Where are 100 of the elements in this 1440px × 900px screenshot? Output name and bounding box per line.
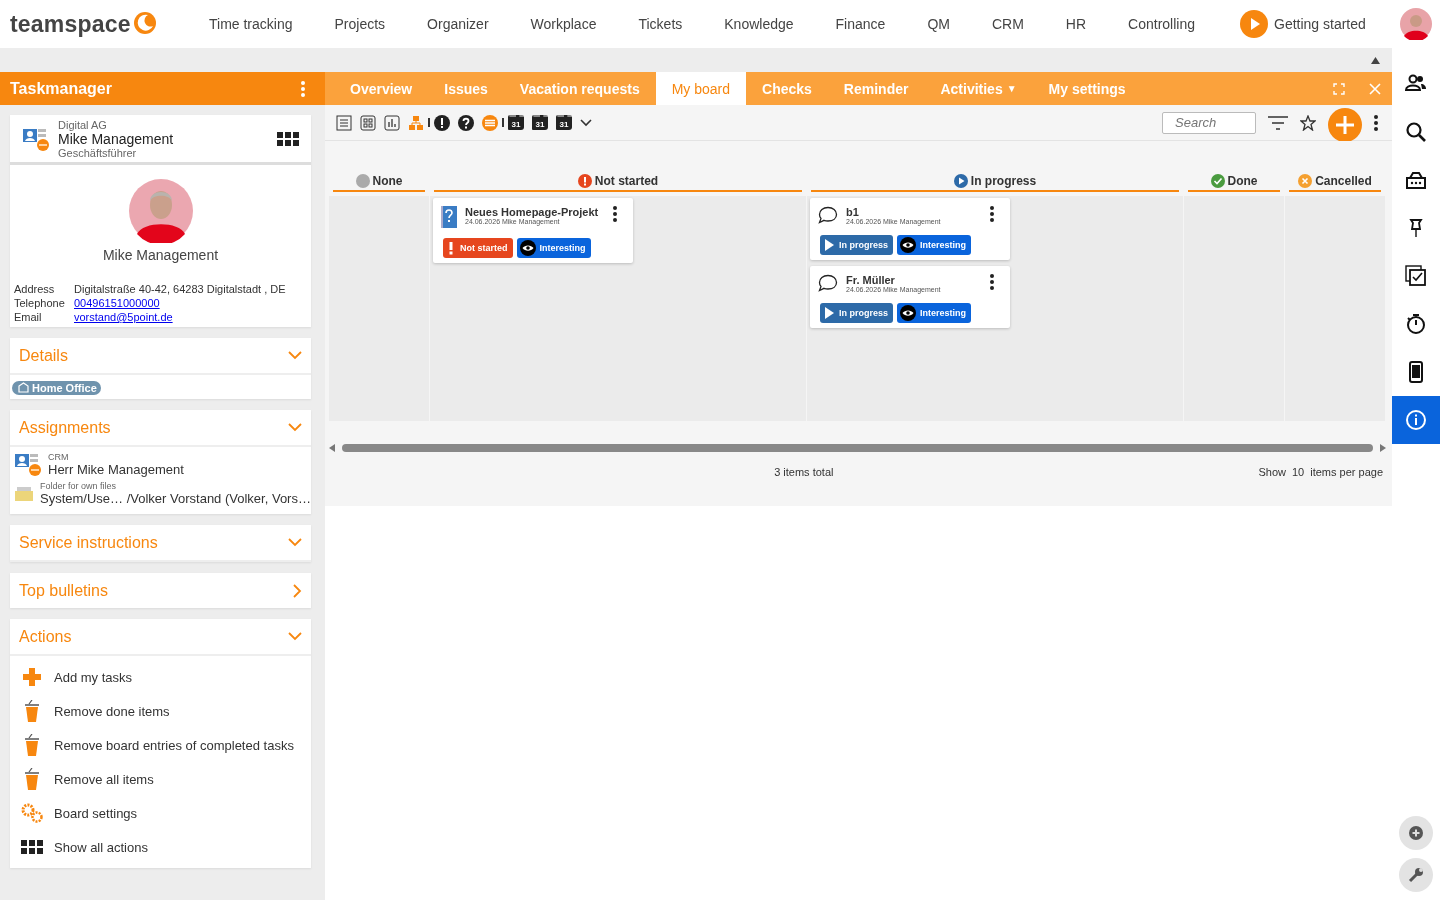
contact-icon	[14, 451, 42, 477]
logo-mark-icon	[132, 10, 157, 35]
action-item[interactable]: Add my tasks	[10, 660, 311, 694]
calendar-icon[interactable]: 31	[508, 115, 524, 130]
card-title: b1	[846, 206, 860, 218]
status-tag: Interesting	[897, 235, 972, 255]
cancel-icon	[1298, 173, 1313, 188]
search-field[interactable]: Search	[1162, 111, 1256, 134]
check-icon	[1210, 173, 1225, 188]
alert-icon[interactable]	[434, 114, 450, 131]
nav-link[interactable]: Controlling	[1107, 16, 1216, 32]
info-icon	[1405, 409, 1427, 431]
assignment-link[interactable]: Herr Mike Management	[48, 461, 184, 477]
status-tag: Not started	[443, 238, 513, 258]
action-item[interactable]: Show all actions	[10, 830, 311, 864]
more-icon[interactable]	[613, 206, 617, 222]
more-icon[interactable]	[1374, 114, 1378, 131]
action-item[interactable]: Remove done items	[10, 694, 311, 728]
play-icon	[823, 238, 835, 252]
contact-icon	[22, 126, 50, 152]
checklist-icon	[1405, 265, 1427, 287]
nav-link[interactable]: HR	[1044, 16, 1108, 32]
apps-grid-icon[interactable]	[277, 132, 299, 146]
nav-link[interactable]: Knowledge	[703, 16, 815, 32]
horizontal-scrollbar[interactable]	[329, 443, 1386, 453]
question-book-icon	[441, 206, 457, 228]
action-item[interactable]: Remove board entries of completed tasks	[10, 728, 311, 762]
field-label: Telephone	[14, 297, 66, 309]
action-item[interactable]: Board settings	[10, 796, 311, 830]
grid-icon	[21, 840, 43, 854]
star-icon[interactable]	[1300, 114, 1316, 131]
page-size-label: items per page	[1310, 466, 1383, 478]
cup-icon	[24, 768, 40, 790]
status-tag: Interesting	[897, 303, 972, 323]
folder-icon	[14, 485, 34, 502]
nav-link[interactable]: CRM	[970, 16, 1045, 32]
alert-icon	[577, 173, 592, 188]
nav-link[interactable]: Tickets	[617, 16, 704, 32]
eye-icon	[519, 240, 536, 256]
more-icon[interactable]	[990, 206, 994, 222]
assignment-link[interactable]: System/Use… /Volker Vorstand (Volker, Vors…	[40, 491, 311, 506]
action-item[interactable]: Remove all items	[10, 762, 311, 796]
scroll-right-icon[interactable]	[1380, 444, 1386, 452]
gears-icon	[21, 803, 43, 823]
scroll-left-icon[interactable]	[329, 444, 335, 452]
page-size-select[interactable]: 10	[1292, 466, 1305, 478]
nav-link[interactable]: Finance	[814, 16, 907, 32]
nav-link[interactable]: QM	[906, 16, 971, 32]
column-header: Cancelled	[1289, 171, 1381, 192]
filter-icon[interactable]	[1268, 115, 1288, 130]
nav-link[interactable]: Time tracking	[188, 16, 314, 32]
chevron-down-icon[interactable]	[580, 118, 592, 127]
calendar-icon[interactable]: 31	[532, 115, 548, 130]
cup-icon	[24, 700, 40, 722]
column-header: In progress	[811, 171, 1179, 192]
play-icon	[823, 306, 835, 320]
contact-link[interactable]: 00496151000000	[74, 297, 160, 309]
column-header: Done	[1188, 171, 1280, 192]
contact-link[interactable]: vorstand@5point.de	[74, 311, 173, 323]
contact-display-name: Mike Management	[101, 247, 220, 263]
stopwatch-icon	[1405, 313, 1427, 335]
card-title: Fr. Müller	[846, 274, 896, 286]
user-avatar[interactable]	[1400, 8, 1432, 40]
cup-icon	[24, 734, 40, 756]
panel-title: Taskmanager	[10, 79, 112, 98]
wrench-icon	[1408, 867, 1424, 883]
chart-view-icon[interactable]	[384, 114, 400, 131]
help-icon[interactable]	[458, 114, 474, 131]
scroll-up-icon[interactable]	[1371, 56, 1380, 64]
speech-bubble-icon	[818, 274, 838, 292]
contact-name: Mike Management	[58, 131, 175, 147]
tools-button[interactable]	[1399, 858, 1433, 892]
logo-text: teamspace	[10, 10, 131, 38]
card-title: Neues Homepage-Projekt	[465, 206, 600, 218]
getting-started-link[interactable]: Getting started	[1240, 10, 1366, 38]
column-header: Not started	[434, 171, 802, 192]
items-total: 3 items total	[774, 466, 834, 478]
plus-icon	[23, 668, 41, 686]
field-label: Address	[14, 283, 56, 295]
inbox-icon	[1405, 169, 1427, 191]
home-office-tag: Home Office	[12, 380, 101, 395]
search-icon	[1405, 121, 1427, 143]
assignment-caption: CRM	[48, 451, 70, 462]
eye-icon	[900, 305, 916, 321]
company-name: Digital AG	[58, 119, 108, 131]
list-view-icon[interactable]	[336, 114, 352, 131]
tiles-view-icon[interactable]	[360, 114, 376, 131]
house-icon	[18, 382, 29, 393]
play-icon	[953, 173, 968, 188]
status-tag: Interesting	[516, 238, 591, 258]
contact-role: Geschäftsführer	[58, 147, 138, 159]
plus-circle-icon	[1409, 826, 1423, 840]
assignment-caption: Folder for own files	[40, 481, 118, 491]
add-widget-button[interactable]	[1399, 816, 1433, 850]
more-icon[interactable]	[990, 274, 994, 290]
nav-link[interactable]: Organizer	[406, 16, 510, 32]
nav-link[interactable]: Projects	[313, 16, 407, 32]
eye-icon	[900, 237, 916, 253]
nav-link[interactable]: Workplace	[509, 16, 618, 32]
calendar-icon[interactable]: 31	[556, 115, 572, 130]
